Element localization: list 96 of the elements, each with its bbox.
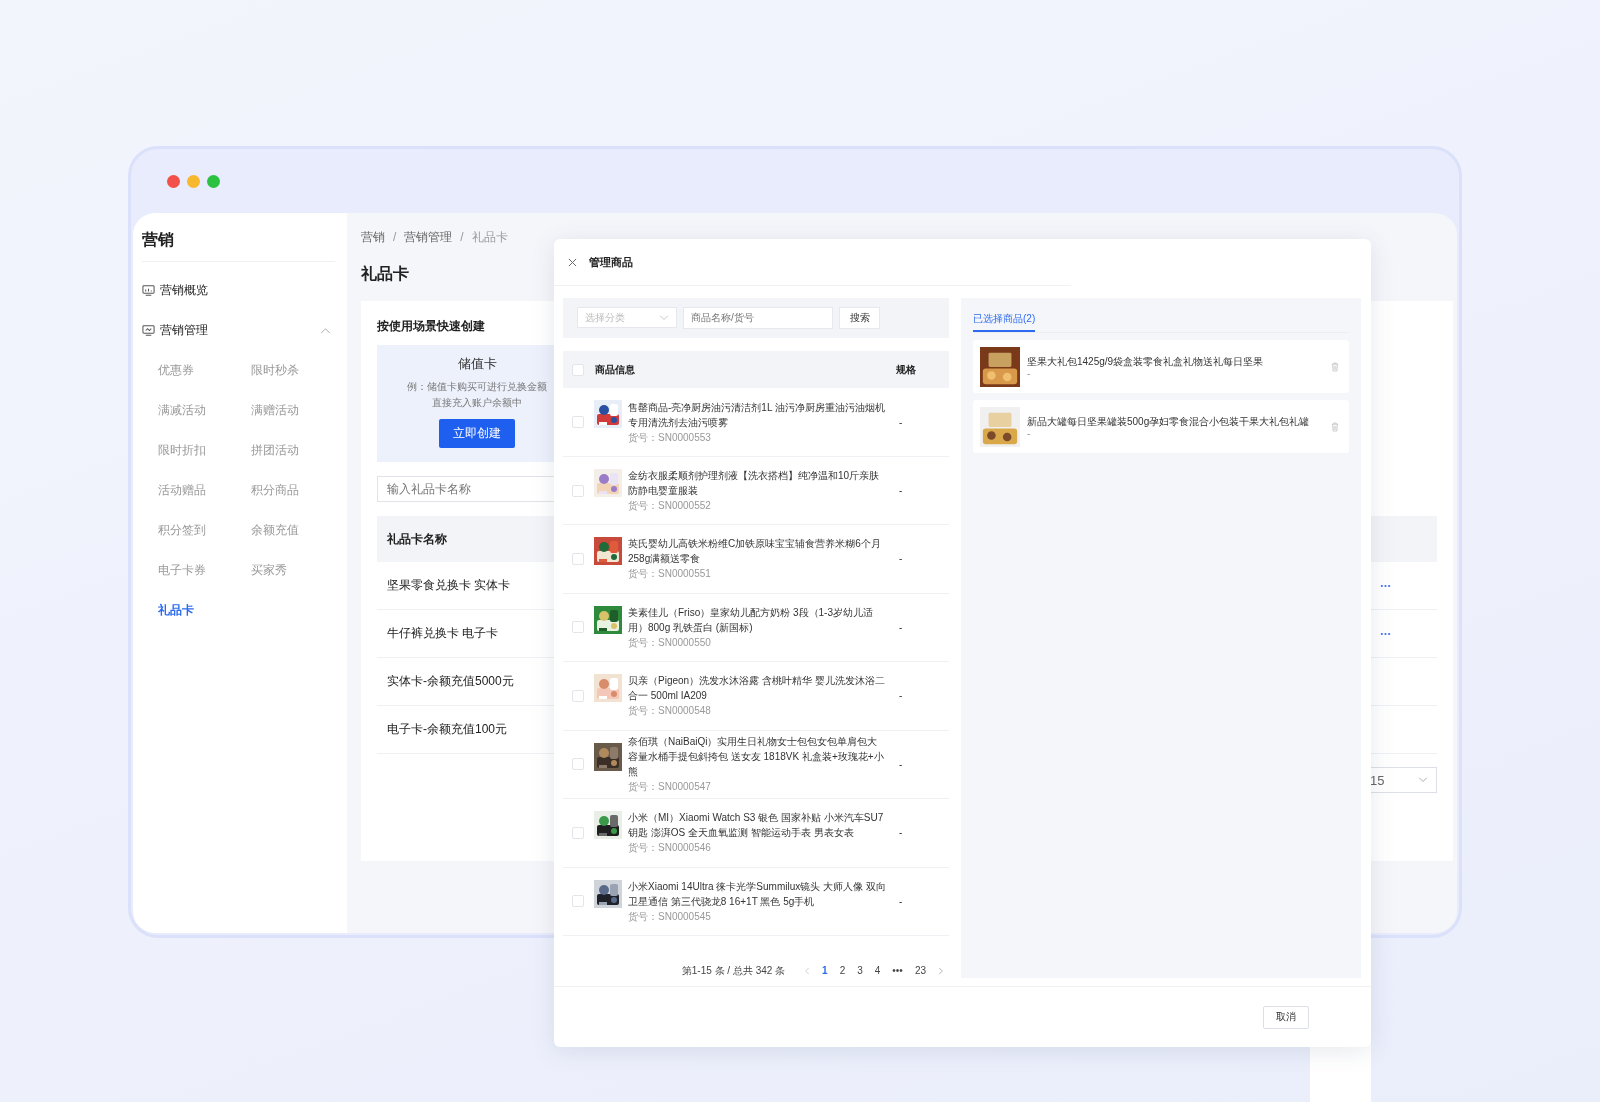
page-link[interactable]: 2 <box>839 965 846 977</box>
table-cell: - <box>899 485 903 497</box>
chevron-down-icon <box>659 314 669 321</box>
checkbox[interactable] <box>572 363 584 376</box>
page-link[interactable]: ••• <box>892 965 903 977</box>
table-cell: - <box>899 758 903 770</box>
table-cell: - <box>899 690 903 702</box>
sidebar-subitem[interactable]: 积分商品 <box>251 470 299 510</box>
checkbox[interactable] <box>572 553 584 565</box>
product-name: 新品大罐每日坚果罐装500g孕妇零食混合小包装干果大礼包礼罐 <box>1027 414 1311 429</box>
sidebar-item[interactable]: 营销概览 <box>142 270 339 310</box>
minimize-dot-icon[interactable] <box>187 174 200 188</box>
breadcrumb-separator: / <box>460 230 464 244</box>
more-icon[interactable] <box>1380 631 1391 636</box>
product-spec: - <box>1027 428 1032 439</box>
table-cell: - <box>899 895 903 907</box>
create-button[interactable]: 立即创建 <box>439 419 515 448</box>
sidebar-subitem[interactable]: 限时秒杀 <box>251 350 299 390</box>
page-link[interactable]: 4 <box>874 965 881 977</box>
product-sku: 货号：SN0000548 <box>628 704 712 719</box>
sidebar-subitem[interactable]: 买家秀 <box>251 550 287 590</box>
page-link[interactable]: 3 <box>857 965 863 977</box>
breadcrumb-link[interactable]: 营销 <box>361 228 385 246</box>
more-icon[interactable] <box>1380 583 1391 588</box>
breadcrumb-link[interactable]: 礼品卡 <box>471 228 508 246</box>
card-title: 储值卡 <box>457 355 497 373</box>
modal-title: 管理商品 <box>589 254 633 270</box>
pagination-summary: 第1-15 条 / 总共 342 条 <box>681 964 786 978</box>
sidebar-subitem[interactable]: 电子卡券 <box>158 550 206 590</box>
product-sku: 货号：SN0000551 <box>628 567 712 582</box>
product-name: 贝亲（Pigeon）洗发水沐浴露 含桃叶精华 婴儿洗发沐浴二合一 500ml IA209 <box>628 674 886 704</box>
table-cell: 电子卡-余额充值100元 <box>387 721 508 738</box>
sidebar-group[interactable]: 营销管理 <box>142 310 339 350</box>
table-cell: - <box>899 553 903 565</box>
section-title: 按使用场景快速创建 <box>377 318 485 335</box>
page-link[interactable]: 1 <box>822 965 828 977</box>
sidebar-subitem[interactable]: 活动赠品 <box>158 470 206 510</box>
chevron-down-icon <box>1418 777 1428 783</box>
table-cell: 坚果零食兑换卡 实体卡 <box>387 577 511 594</box>
product-sku: 货号：SN0000546 <box>628 841 712 856</box>
sidebar-subitem[interactable]: 优惠券 <box>158 350 194 390</box>
product-spec: - <box>1027 368 1032 379</box>
product-name: 金纺衣服柔顺剂护理剂液【洗衣搭档】纯净温和10斤亲肤防静电婴童服装 <box>628 469 881 499</box>
monitor-icon <box>142 283 155 297</box>
product-sku: 货号：SN0000553 <box>628 430 712 445</box>
maximize-dot-icon[interactable] <box>207 174 220 188</box>
card-description: 例：储值卡购买可进行兑换金额直接充入账户余额中 <box>406 380 548 410</box>
page-link[interactable]: 23 <box>914 965 926 977</box>
sidebar-subitem[interactable]: 余额充值 <box>251 510 299 550</box>
product-name: 英氏婴幼儿高铁米粉维C加铁原味宝宝辅食营养米糊6个月258g满额送零食 <box>628 537 882 567</box>
close-icon[interactable] <box>568 257 577 267</box>
table-cell: 实体卡-余额充值5000元 <box>387 673 514 690</box>
trash-icon[interactable] <box>1331 361 1339 372</box>
product-sku: 货号：SN0000545 <box>628 909 712 924</box>
sidebar-subitem[interactable]: 礼品卡 <box>158 590 194 630</box>
column-header: 礼品卡名称 <box>387 530 447 548</box>
search-field[interactable]: 商品名称/货号 <box>683 306 833 329</box>
checkbox[interactable] <box>572 758 584 771</box>
sidebar-subitem[interactable]: 满减活动 <box>158 390 206 430</box>
product-sku: 货号：SN0000550 <box>628 635 712 650</box>
table-cell: - <box>899 416 903 428</box>
trash-icon[interactable] <box>1331 421 1339 432</box>
sidebar-subitem[interactable]: 拼团活动 <box>251 430 299 470</box>
checkbox[interactable] <box>572 689 584 702</box>
cancel-button[interactable]: 取消 <box>1263 1005 1309 1029</box>
monitor-icon <box>142 323 155 337</box>
page-title: 礼品卡 <box>361 264 409 284</box>
table-cell: - <box>899 827 903 839</box>
breadcrumb-separator: / <box>393 230 397 244</box>
checkbox[interactable] <box>572 416 584 429</box>
sidebar-title: 营销 <box>142 230 175 250</box>
checkbox[interactable] <box>572 484 584 497</box>
column-header: 商品信息 <box>595 362 635 377</box>
column-header: 规格 <box>896 362 916 377</box>
product-name: 奈佰琪（NaiBaiQi）实用生日礼物女士包包女包单肩包大容量水桶手提包斜挎包 送女友 1818VK 礼盒装+玫瑰花+小熊 <box>628 735 885 780</box>
product-name: 售罄商品-亮净厨房油污清洁剂1L 油污净厨房重油污油烟机专用清洗剂去油污喷雾 <box>628 400 886 430</box>
sidebar-subitem[interactable]: 满赠活动 <box>251 390 299 430</box>
close-dot-icon[interactable] <box>167 174 180 188</box>
checkbox[interactable] <box>572 895 584 908</box>
tab[interactable]: 已选择商品(2) <box>973 308 1036 332</box>
checkbox[interactable] <box>572 621 584 634</box>
product-name: 小米Xiaomi 14Ultra 徕卡光学Summilux镜头 大师人像 双向卫星通信 第三代骁龙8 16+1T 黑色 5g手机 <box>628 879 886 909</box>
product-name: 美素佳儿（Friso）皇家幼儿配方奶粉 3段（1-3岁幼儿适用）800g 乳铁蛋白 (新国标) <box>628 605 874 635</box>
sidebar-subitem[interactable]: 积分签到 <box>158 510 206 550</box>
search-button[interactable]: 搜索 <box>839 306 880 329</box>
checkbox[interactable] <box>572 826 584 839</box>
table-cell: 牛仔裤兑换卡 电子卡 <box>387 625 499 642</box>
product-sku: 货号：SN0000552 <box>628 499 712 514</box>
chevron-right-icon[interactable] <box>938 967 943 975</box>
breadcrumb-link[interactable]: 营销管理 <box>404 228 453 246</box>
sidebar-subitem[interactable]: 限时折扣 <box>158 430 206 470</box>
table-cell: - <box>899 621 903 633</box>
product-name: 小米（MI）Xiaomi Watch S3 银色 国家补贴 小米汽车SU7钥匙 澎湃OS 全天血氧监测 智能运动手表 男表女表 <box>628 811 885 841</box>
chevron-left-icon[interactable] <box>805 967 811 975</box>
product-name: 坚果大礼包1425g/9袋盒装零食礼盒礼物送礼每日坚果 <box>1027 354 1265 369</box>
product-sku: 货号：SN0000547 <box>628 780 712 795</box>
